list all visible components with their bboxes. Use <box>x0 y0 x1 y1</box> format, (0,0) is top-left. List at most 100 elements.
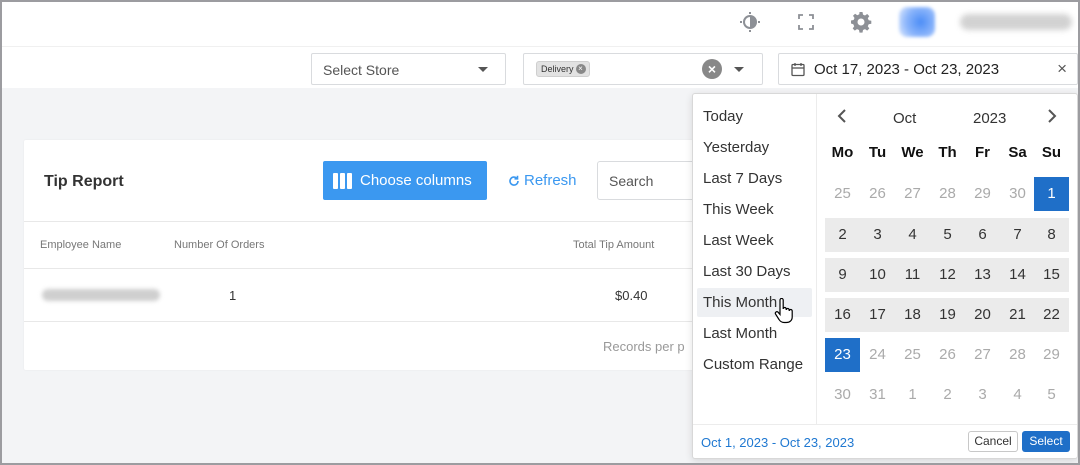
employee-name-blurred <box>42 289 160 301</box>
column-header-orders[interactable]: Number Of Orders <box>174 239 264 251</box>
calendar-day[interactable]: 25 <box>895 338 930 372</box>
order-count: 1 <box>229 288 237 303</box>
weekday-label: Sa <box>1008 144 1027 161</box>
order-type-select[interactable]: Delivery × × <box>523 53 763 85</box>
column-header-employee[interactable]: Employee Name <box>40 239 121 251</box>
prev-month-icon[interactable] <box>837 108 847 127</box>
picker-footer: Oct 1, 2023 - Oct 23, 2023 Cancel Select <box>693 424 1077 458</box>
weekday-label: Mo <box>831 144 854 161</box>
avatar[interactable] <box>899 7 935 37</box>
range-last-7-days[interactable]: Last 7 Days <box>697 164 812 193</box>
columns-icon <box>333 172 352 189</box>
calendar-day[interactable]: 2 <box>930 378 965 412</box>
theme-contrast-icon[interactable] <box>739 11 761 33</box>
table-row: 1 $0.40 <box>24 269 724 322</box>
calendar-day[interactable]: 30 <box>825 378 860 412</box>
calendar-day[interactable]: 6 <box>965 218 1000 252</box>
calendar-day[interactable]: 29 <box>1034 338 1069 372</box>
app-window: Select Store Delivery × × Oct 17, 2023 -… <box>0 0 1080 465</box>
month-select[interactable]: Oct <box>893 110 916 127</box>
calendar-day[interactable]: 20 <box>965 298 1000 332</box>
range-this-week[interactable]: This Week <box>697 195 812 224</box>
username-blurred[interactable] <box>960 14 1072 30</box>
calendar-day[interactable]: 1 <box>895 378 930 412</box>
range-yesterday[interactable]: Yesterday <box>697 133 812 162</box>
calendar-day[interactable]: 3 <box>965 378 1000 412</box>
calendar-day[interactable]: 2 <box>825 218 860 252</box>
fullscreen-icon[interactable] <box>795 11 817 33</box>
tip-amount: $0.40 <box>615 288 648 303</box>
search-placeholder: Search <box>609 173 654 189</box>
calendar-day[interactable]: 28 <box>930 177 965 211</box>
calendar-day-selected[interactable]: 1 <box>1034 177 1069 211</box>
calendar-day[interactable]: 24 <box>860 338 895 372</box>
choose-columns-button[interactable]: Choose columns <box>323 161 487 200</box>
range-last-30-days[interactable]: Last 30 Days <box>697 257 812 286</box>
records-per-page-label: Records per p <box>603 339 685 354</box>
settings-gear-icon[interactable] <box>850 11 872 33</box>
chevron-down-icon <box>478 67 488 72</box>
calendar-day[interactable]: 29 <box>965 177 1000 211</box>
calendar-day[interactable]: 31 <box>860 378 895 412</box>
weekday-label: Fr <box>975 144 990 161</box>
calendar-day[interactable]: 14 <box>1000 258 1035 292</box>
calendar-day[interactable]: 10 <box>860 258 895 292</box>
calendar-day[interactable]: 8 <box>1034 218 1069 252</box>
calendar-day[interactable]: 12 <box>930 258 965 292</box>
range-custom[interactable]: Custom Range <box>697 350 812 379</box>
clear-selection-icon[interactable]: × <box>702 59 722 79</box>
store-select[interactable]: Select Store <box>311 53 506 85</box>
chevron-down-icon[interactable] <box>734 67 744 72</box>
range-last-week[interactable]: Last Week <box>697 226 812 255</box>
calendar-day[interactable]: 25 <box>825 177 860 211</box>
weekday-label: Th <box>938 144 957 161</box>
range-today[interactable]: Today <box>697 102 812 131</box>
calendar-day-selected[interactable]: 23 <box>825 338 860 372</box>
refresh-label: Refresh <box>524 172 577 189</box>
calendar-day[interactable]: 21 <box>1000 298 1035 332</box>
calendar-day[interactable]: 15 <box>1034 258 1069 292</box>
calendar-day[interactable]: 30 <box>1000 177 1035 211</box>
filter-bar: Select Store Delivery × × Oct 17, 2023 -… <box>2 46 1078 88</box>
calendar-day[interactable]: 4 <box>895 218 930 252</box>
range-this-month[interactable]: This Month <box>697 288 812 317</box>
refresh-button[interactable]: Refresh <box>508 172 577 189</box>
calendar-day[interactable]: 26 <box>860 177 895 211</box>
store-select-placeholder: Select Store <box>323 62 400 78</box>
column-header-tip-amount[interactable]: Total Tip Amount <box>573 239 654 251</box>
calendar-day[interactable]: 18 <box>895 298 930 332</box>
calendar-day[interactable]: 7 <box>1000 218 1035 252</box>
weekday-label: Su <box>1041 144 1062 161</box>
cancel-button[interactable]: Cancel <box>968 431 1018 452</box>
calendar-day[interactable]: 13 <box>965 258 1000 292</box>
calendar-day[interactable]: 5 <box>1034 378 1069 412</box>
calendar-day[interactable]: 27 <box>965 338 1000 372</box>
calendar-day[interactable]: 22 <box>1034 298 1069 332</box>
table-header: Employee Name Number Of Orders Total Tip… <box>24 221 724 269</box>
date-range-input[interactable]: Oct 17, 2023 - Oct 23, 2023 × <box>778 53 1078 85</box>
calendar-day[interactable]: 16 <box>825 298 860 332</box>
calendar-day[interactable]: 4 <box>1000 378 1035 412</box>
calendar-day[interactable]: 28 <box>1000 338 1035 372</box>
calendar-day[interactable]: 19 <box>930 298 965 332</box>
weekday-label: Tu <box>868 144 887 161</box>
year-select[interactable]: 2023 <box>973 110 1006 127</box>
next-month-icon[interactable] <box>1047 108 1057 127</box>
calendar-day[interactable]: 9 <box>825 258 860 292</box>
selected-range-label: Oct 1, 2023 - Oct 23, 2023 <box>701 435 855 450</box>
calendar-day[interactable]: 5 <box>930 218 965 252</box>
calendar-header: Oct 2023 <box>823 108 1073 128</box>
calendar-day[interactable]: 17 <box>860 298 895 332</box>
hand-cursor-icon <box>774 298 793 324</box>
calendar-day[interactable]: 11 <box>895 258 930 292</box>
chip-remove-icon[interactable]: × <box>575 64 586 74</box>
calendar-day[interactable]: 27 <box>895 177 930 211</box>
refresh-icon <box>509 175 519 186</box>
calendar-day[interactable]: 3 <box>860 218 895 252</box>
weekday-label: We <box>901 144 924 161</box>
divider <box>816 94 817 424</box>
select-button[interactable]: Select <box>1022 431 1070 452</box>
calendar-day[interactable]: 26 <box>930 338 965 372</box>
clear-date-icon[interactable]: × <box>1057 59 1067 79</box>
range-last-month[interactable]: Last Month <box>697 319 812 348</box>
